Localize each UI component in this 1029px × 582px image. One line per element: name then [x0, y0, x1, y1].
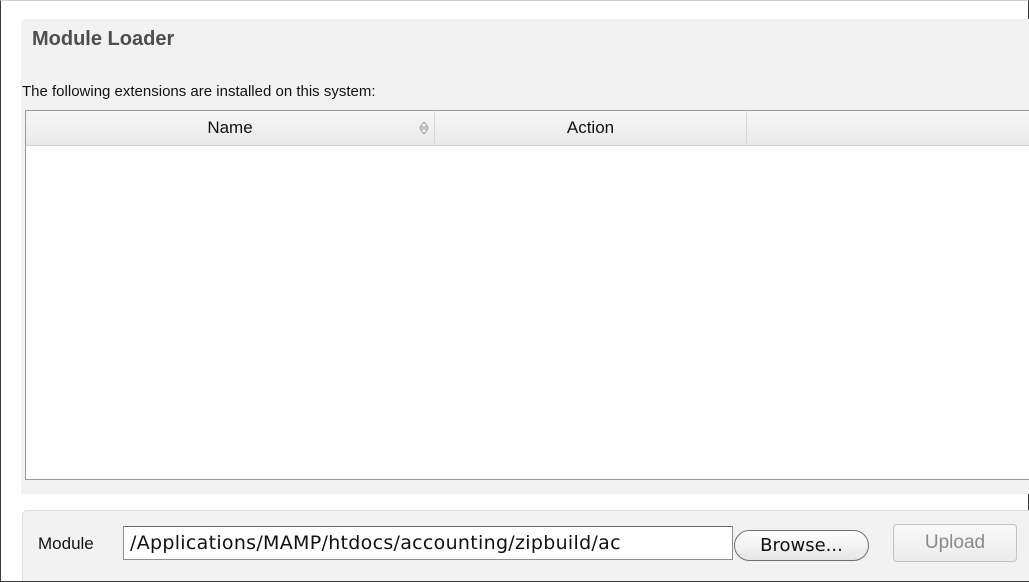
column-header-name-label: Name: [207, 118, 253, 137]
column-header-action[interactable]: Action: [435, 111, 747, 145]
sort-arrows-icon[interactable]: [419, 121, 429, 135]
table-header: Name Action: [26, 111, 1029, 146]
page-title: Module Loader: [32, 28, 175, 50]
module-label: Module: [38, 534, 94, 553]
column-header-action-label: Action: [566, 118, 615, 137]
column-header-name[interactable]: Name: [26, 111, 435, 145]
installed-extensions-caption: The following extensions are installed o…: [22, 83, 376, 100]
extensions-table: Name Action: [25, 110, 1029, 480]
upload-button[interactable]: Upload: [893, 524, 1017, 562]
module-file-input[interactable]: /Applications/MAMP/htdocs/accounting/zip…: [123, 526, 733, 560]
browse-button[interactable]: Browse...: [734, 530, 869, 561]
